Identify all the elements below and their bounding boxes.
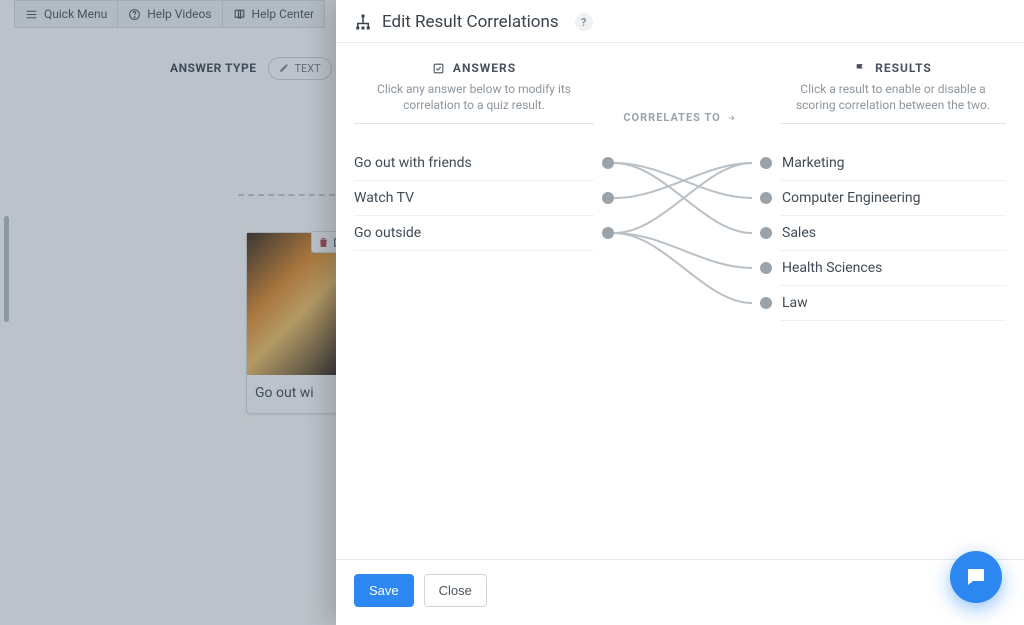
results-list: Marketing Computer Engineering Sales Hea… xyxy=(780,146,1006,321)
flag-icon xyxy=(854,62,867,75)
result-node[interactable] xyxy=(760,262,772,274)
answer-row[interactable]: Go outside xyxy=(354,216,594,251)
result-label: Marketing xyxy=(782,155,845,171)
results-heading: RESULTS xyxy=(875,61,932,75)
results-column-header: RESULTS Click a result to enable or disa… xyxy=(780,61,1006,124)
answer-node[interactable] xyxy=(602,227,614,239)
answer-node[interactable] xyxy=(602,192,614,204)
result-label: Computer Engineering xyxy=(782,190,920,206)
result-label: Law xyxy=(782,295,808,311)
result-row[interactable]: Sales xyxy=(780,216,1006,251)
result-label: Health Sciences xyxy=(782,260,882,276)
answers-heading: ANSWERS xyxy=(453,61,516,75)
modal-help-badge[interactable]: ? xyxy=(575,13,593,31)
sitemap-icon xyxy=(354,13,372,31)
edit-correlations-modal: Edit Result Correlations ? ANSWERS Click… xyxy=(336,0,1024,625)
results-desc: Click a result to enable or disable a sc… xyxy=(780,81,1006,113)
answer-label: Go out with friends xyxy=(354,155,472,171)
result-label: Sales xyxy=(782,225,816,241)
result-row[interactable]: Computer Engineering xyxy=(780,181,1006,216)
answer-label: Go outside xyxy=(354,225,421,241)
arrow-right-icon xyxy=(727,113,737,123)
chat-icon xyxy=(964,565,988,589)
chat-fab[interactable] xyxy=(950,551,1002,603)
answer-node[interactable] xyxy=(602,157,614,169)
close-button[interactable]: Close xyxy=(424,574,487,607)
result-row[interactable]: Health Sciences xyxy=(780,251,1006,286)
modal-title: Edit Result Correlations xyxy=(382,12,559,32)
result-node[interactable] xyxy=(760,227,772,239)
answer-label: Watch TV xyxy=(354,190,414,206)
answers-desc: Click any answer below to modify its cor… xyxy=(354,81,594,113)
correlates-to-label: CORRELATES TO xyxy=(623,111,736,124)
result-node[interactable] xyxy=(760,297,772,309)
result-row[interactable]: Law xyxy=(780,286,1006,321)
answer-row[interactable]: Go out with friends xyxy=(354,146,594,181)
save-button[interactable]: Save xyxy=(354,574,414,607)
answers-column-header: ANSWERS Click any answer below to modify… xyxy=(354,61,594,124)
answers-list: Go out with friends Watch TV Go outside xyxy=(354,146,594,251)
result-node[interactable] xyxy=(760,157,772,169)
answer-row[interactable]: Watch TV xyxy=(354,181,594,216)
check-square-icon xyxy=(432,62,445,75)
result-row[interactable]: Marketing xyxy=(780,146,1006,181)
result-node[interactable] xyxy=(760,192,772,204)
